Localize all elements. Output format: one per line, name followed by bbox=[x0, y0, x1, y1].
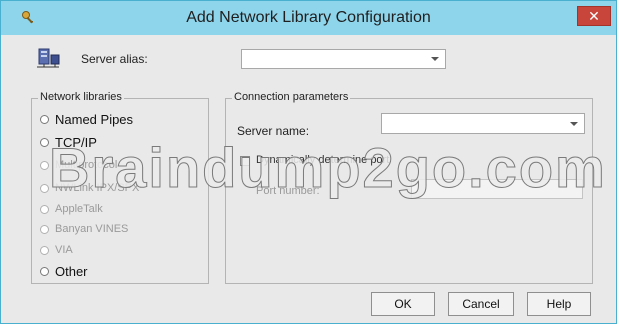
watermark-text: Braindump2go.com bbox=[49, 136, 607, 200]
radio-via[interactable]: VIA bbox=[40, 244, 73, 256]
close-button[interactable]: ✕ bbox=[577, 6, 611, 26]
server-alias-label: Server alias: bbox=[81, 52, 148, 66]
radio-button[interactable] bbox=[40, 183, 49, 193]
radio-button[interactable] bbox=[40, 245, 49, 255]
server-alias-combobox[interactable] bbox=[241, 49, 446, 69]
radio-label: Banyan VINES bbox=[55, 223, 129, 235]
close-icon: ✕ bbox=[588, 8, 600, 24]
radio-banyan-vines[interactable]: Banyan VINES bbox=[40, 223, 128, 235]
cancel-button[interactable]: Cancel bbox=[448, 292, 514, 316]
connection-parameters-title: Connection parameters bbox=[232, 91, 351, 103]
dropdown-arrow-icon bbox=[570, 121, 578, 126]
radio-label: VIA bbox=[55, 244, 73, 256]
network-libraries-title: Network libraries bbox=[38, 91, 124, 103]
radio-button[interactable] bbox=[40, 160, 49, 170]
radio-button[interactable] bbox=[40, 204, 49, 214]
help-button[interactable]: Help bbox=[527, 292, 591, 316]
radio-button[interactable] bbox=[40, 267, 49, 276]
ok-button[interactable]: OK bbox=[371, 292, 435, 316]
radio-appletalk[interactable]: AppleTalk bbox=[40, 203, 103, 215]
radio-button[interactable] bbox=[40, 138, 49, 147]
radio-label: AppleTalk bbox=[55, 203, 103, 215]
radio-button[interactable] bbox=[40, 224, 49, 234]
server-name-combobox[interactable] bbox=[381, 113, 585, 134]
radio-named-pipes[interactable]: Named Pipes bbox=[40, 112, 133, 127]
server-network-icon bbox=[37, 48, 60, 68]
title-bar[interactable]: Add Network Library Configuration ✕ bbox=[1, 1, 616, 35]
radio-label: Named Pipes bbox=[55, 112, 134, 127]
radio-button[interactable] bbox=[40, 115, 49, 124]
dropdown-arrow-icon bbox=[431, 57, 439, 61]
dialog-title: Add Network Library Configuration bbox=[186, 9, 431, 26]
radio-other[interactable]: Other bbox=[40, 264, 88, 279]
radio-label: Other bbox=[55, 264, 88, 279]
dialog-window: Add Network Library Configuration ✕ Serv… bbox=[0, 0, 617, 324]
